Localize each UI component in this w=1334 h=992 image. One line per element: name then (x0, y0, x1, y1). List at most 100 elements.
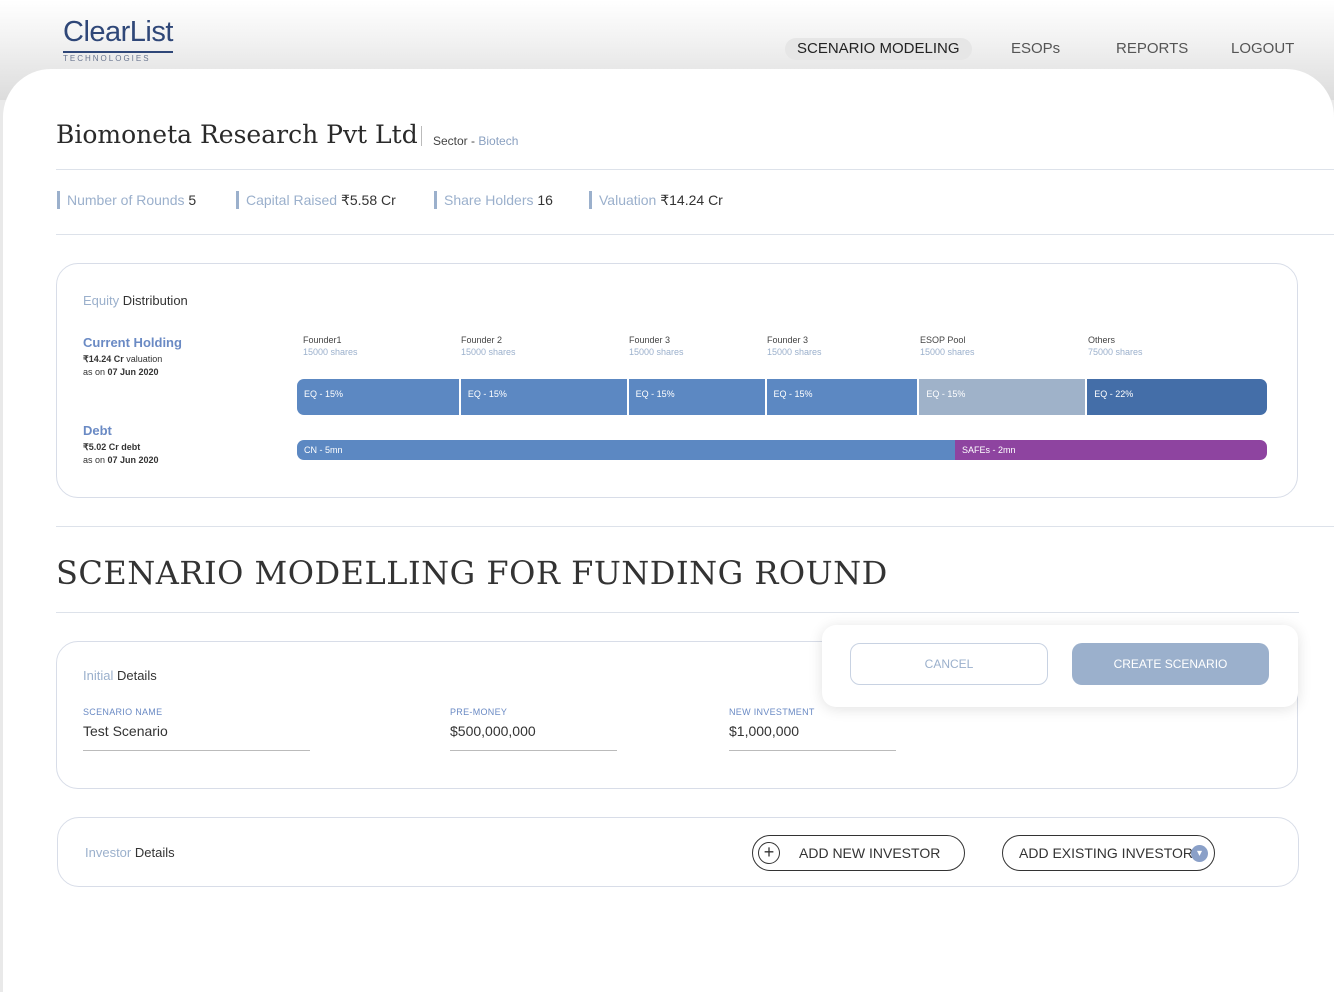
scenario-name-value[interactable]: Test Scenario (83, 723, 310, 739)
new-investment-field[interactable]: NEW INVESTMENT $1,000,000 (729, 707, 896, 751)
chevron-down-icon: ▾ (1191, 845, 1208, 862)
debt-value: ₹5.02 Cr debt (83, 441, 159, 454)
holding-valuation-text: valuation (123, 354, 163, 364)
shareholder-name: Founder 2 (461, 335, 503, 345)
debt-segment-cn[interactable]: CN - 5mn (297, 440, 955, 460)
scenario-title-divider (56, 612, 1299, 613)
stat-rounds-value: 5 (188, 192, 197, 208)
investor-details-card: Investor Details + ADD NEW INVESTOR ADD … (57, 817, 1299, 887)
equity-title-main: Distribution (119, 293, 188, 308)
current-holding-title: Current Holding (83, 335, 182, 350)
initial-title-light: Initial (83, 668, 114, 683)
debt-value-text: ₹5.02 Cr debt (83, 442, 141, 452)
scenario-actions-popup: CANCEL CREATE SCENARIO (822, 625, 1298, 707)
new-investment-underline (729, 750, 896, 751)
nav-reports[interactable]: REPORTS (1116, 38, 1188, 60)
holding-as-on-date: 07 Jun 2020 (107, 367, 159, 377)
current-holding-block: Current Holding ₹14.24 Cr valuation as o… (83, 335, 182, 379)
initial-title-main: Details (113, 668, 157, 683)
add-existing-investor-button[interactable]: ADD EXISTING INVESTOR ▾ (1002, 835, 1215, 871)
shareholder-founder1: Founder1 15000 shares (303, 334, 358, 358)
shareholder-shares: 75000 shares (1088, 347, 1143, 357)
pre-money-label: PRE-MONEY (450, 707, 508, 717)
shareholder-name: Others (1088, 335, 1116, 345)
stat-valuation: Valuation ₹14.24 Cr (589, 191, 723, 209)
shareholder-shares: 15000 shares (303, 347, 358, 357)
nav-scenario-modeling[interactable]: SCENARIO MODELING (785, 38, 972, 60)
stat-rounds: Number of Rounds 5 (57, 191, 196, 209)
current-holding-date: as on 07 Jun 2020 (83, 366, 182, 379)
new-investment-value[interactable]: $1,000,000 (729, 723, 896, 739)
add-new-investor-label: ADD NEW INVESTOR (799, 845, 941, 861)
investor-details-title: Investor Details (85, 845, 175, 860)
shareholder-founder3b: Founder 3 15000 shares (767, 334, 822, 358)
clearlist-logo[interactable]: ClearList TECHNOLOGIES (63, 16, 173, 63)
stat-shareholders-label: Share Holders (444, 192, 534, 208)
stat-capital-value: ₹5.58 Cr (340, 192, 396, 208)
shareholder-shares: 15000 shares (629, 347, 684, 357)
equity-segment-esop[interactable]: EQ - 15% (919, 379, 1086, 415)
debt-bar: CN - 5mn SAFEs - 2mn (297, 440, 1267, 460)
plus-icon: + (758, 842, 780, 864)
equity-divider (56, 526, 1334, 527)
company-name: Biomoneta Research Pvt Ltd (56, 120, 418, 149)
shareholder-esop-pool: ESOP Pool 15000 shares (920, 334, 975, 358)
header-divider (56, 169, 1334, 170)
stat-valuation-value: ₹14.24 Cr (660, 192, 723, 208)
equity-segment-founder2[interactable]: EQ - 15% (460, 379, 627, 415)
pre-money-value[interactable]: $500,000,000 (450, 723, 617, 739)
holding-as-on-label: as on (83, 367, 108, 377)
add-new-investor-button[interactable]: + ADD NEW INVESTOR (752, 835, 965, 871)
investor-title-main: Details (131, 845, 175, 860)
initial-details-title: Initial Details (83, 668, 157, 683)
shareholder-name: ESOP Pool (920, 335, 966, 345)
equity-segment-founder3b[interactable]: EQ - 15% (766, 379, 918, 415)
equity-segment-founder3[interactable]: EQ - 15% (628, 379, 765, 415)
shareholder-shares: 15000 shares (461, 347, 516, 357)
investor-title-light: Investor (85, 845, 132, 860)
shareholder-shares: 15000 shares (920, 347, 975, 357)
logo-subtitle: TECHNOLOGIES (63, 54, 151, 63)
debt-title: Debt (83, 423, 112, 438)
scenario-name-field[interactable]: SCENARIO NAME Test Scenario (83, 707, 310, 751)
pre-money-underline (450, 750, 617, 751)
pre-money-field[interactable]: PRE-MONEY $500,000,000 (450, 707, 617, 751)
nav-esops[interactable]: ESOPs (1011, 38, 1060, 60)
debt-segment-safes[interactable]: SAFEs - 2mn (955, 440, 1267, 460)
equity-distribution-card: Equity Distribution Current Holding ₹14.… (56, 263, 1298, 498)
equity-section-title: Equity Distribution (83, 293, 188, 308)
main-panel: Biomoneta Research Pvt Ltd Sector - Biot… (3, 69, 1334, 992)
scenario-name-label: SCENARIO NAME (83, 707, 163, 717)
debt-date: as on 07 Jun 2020 (83, 454, 159, 467)
shareholder-shares: 15000 shares (767, 347, 822, 357)
shareholder-name: Founder 3 (629, 335, 671, 345)
shareholder-founder3: Founder 3 15000 shares (629, 334, 684, 358)
equity-segment-others[interactable]: EQ - 22% (1087, 379, 1267, 415)
create-scenario-button[interactable]: CREATE SCENARIO (1072, 643, 1269, 685)
logo-rule (63, 51, 173, 53)
stat-valuation-label: Valuation (599, 192, 657, 208)
nav-logout[interactable]: LOGOUT (1231, 38, 1294, 60)
new-investment-label: NEW INVESTMENT (729, 707, 815, 717)
sector-label: Sector - (433, 134, 479, 148)
stats-divider (56, 234, 1334, 235)
add-existing-investor-label: ADD EXISTING INVESTOR (1019, 845, 1193, 861)
cancel-button[interactable]: CANCEL (850, 643, 1048, 685)
equity-segment-founder1[interactable]: EQ - 15% (297, 379, 459, 415)
title-separator (421, 126, 422, 146)
shareholder-others: Others 75000 shares (1088, 334, 1143, 358)
holding-valuation-value: ₹14.24 Cr (83, 354, 124, 364)
stat-capital: Capital Raised ₹5.58 Cr (236, 191, 396, 209)
debt-as-on-label: as on (83, 455, 108, 465)
sector-text: Sector - Biotech (433, 134, 518, 148)
logo-name: ClearList (63, 16, 173, 48)
shareholder-name: Founder 3 (767, 335, 809, 345)
debt-as-on-date: 07 Jun 2020 (107, 455, 159, 465)
shareholder-name: Founder1 (303, 335, 342, 345)
debt-block: Debt ₹5.02 Cr debt as on 07 Jun 2020 (83, 423, 159, 467)
stat-rounds-label: Number of Rounds (67, 192, 185, 208)
scenario-name-underline (83, 750, 310, 751)
equity-bar: EQ - 15% EQ - 15% EQ - 15% EQ - 15% EQ -… (297, 379, 1267, 415)
equity-title-light: Equity (83, 293, 120, 308)
stat-shareholders-value: 16 (537, 192, 553, 208)
